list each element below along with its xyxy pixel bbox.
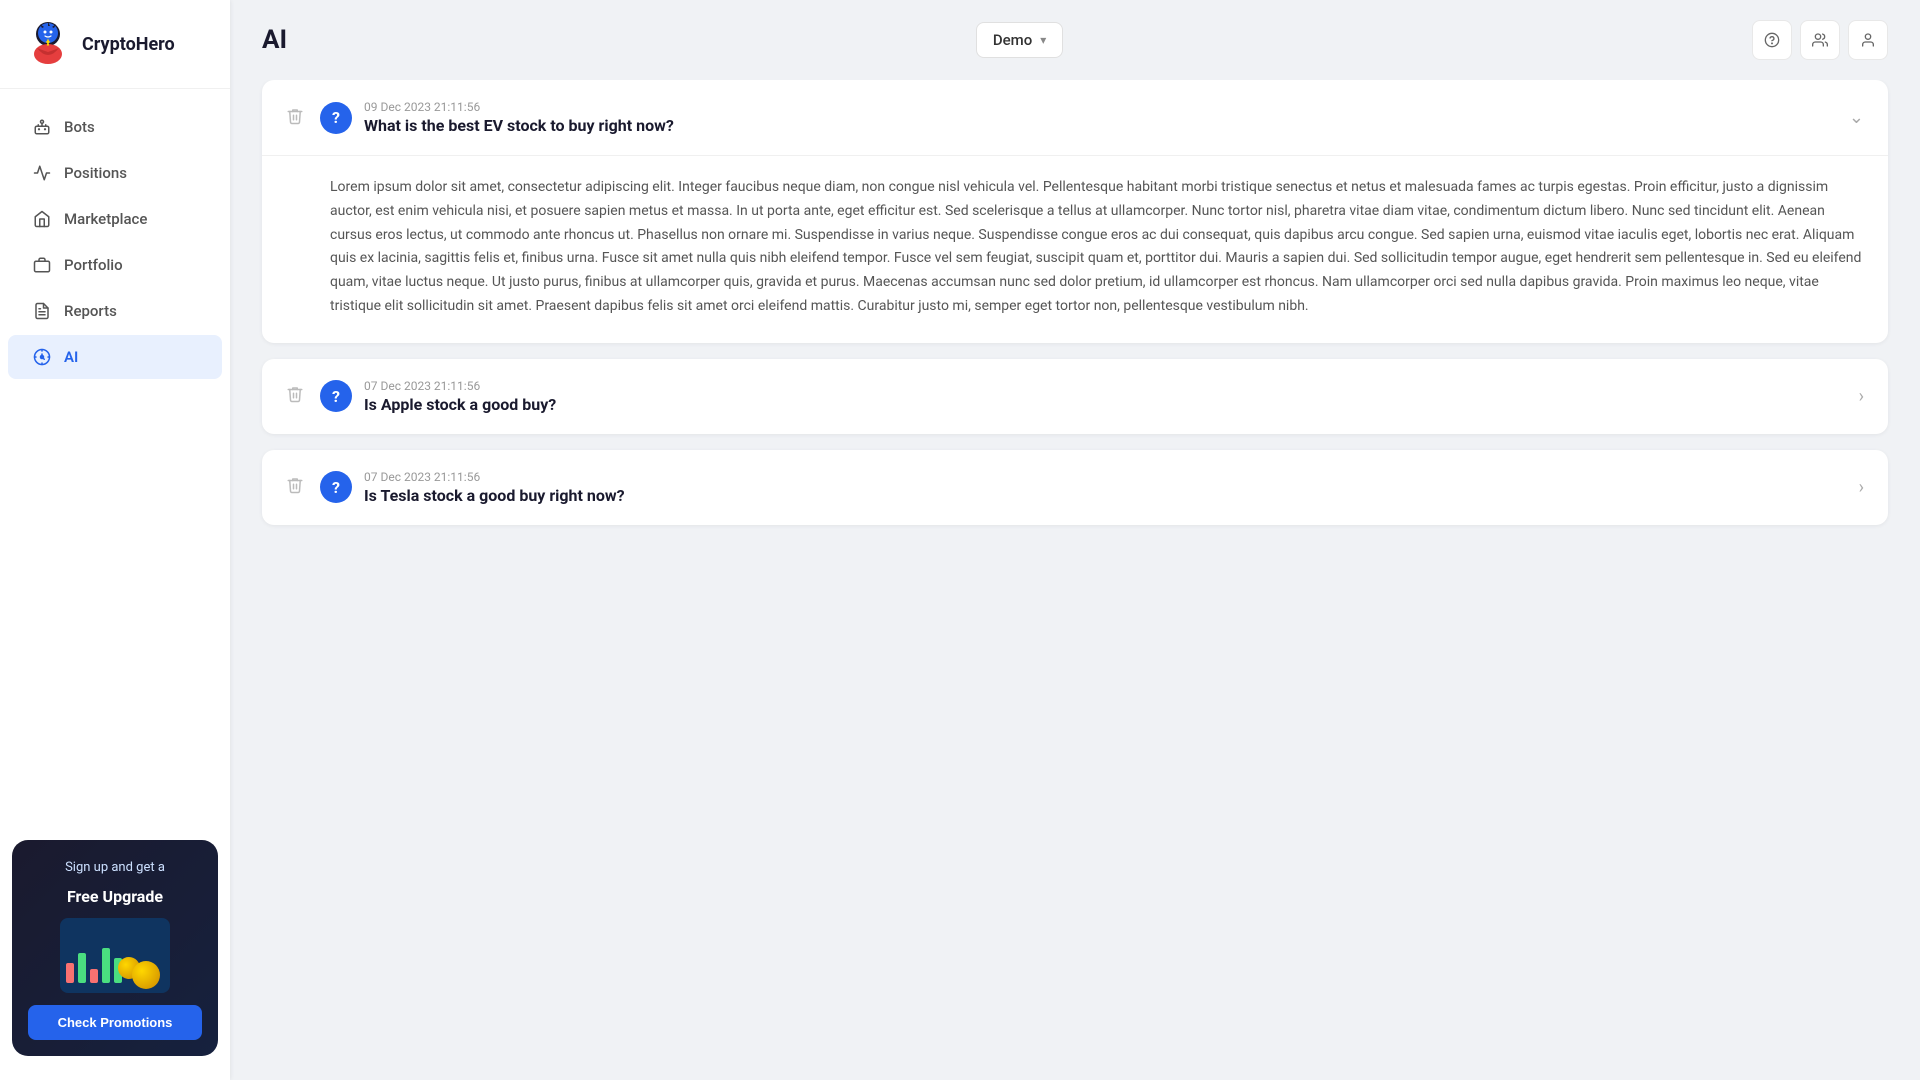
expand-icon-2[interactable]: ›: [1859, 386, 1864, 407]
profile-icon: [1860, 32, 1876, 48]
sidebar-item-label: Portfolio: [64, 256, 123, 274]
qa-card-header-2[interactable]: ? 07 Dec 2023 21:11:56 Is Apple stock a …: [262, 359, 1888, 434]
help-icon: [1764, 32, 1780, 48]
sidebar-item-label: Marketplace: [64, 210, 147, 228]
profile-button[interactable]: [1848, 20, 1888, 60]
qa-card-2: ? 07 Dec 2023 21:11:56 Is Apple stock a …: [262, 359, 1888, 434]
question-icon-1: ?: [320, 102, 352, 134]
qa-card-3: ? 07 Dec 2023 21:11:56 Is Tesla stock a …: [262, 450, 1888, 525]
answer-text-1: Lorem ipsum dolor sit amet, consectetur …: [262, 156, 1888, 343]
sidebar-item-label: Bots: [64, 118, 95, 136]
question-text-2: Is Apple stock a good buy?: [364, 395, 1847, 414]
chevron-down-icon: ▾: [1040, 33, 1046, 47]
header-center: Demo ▾: [976, 22, 1063, 58]
sidebar-item-ai[interactable]: AI: [8, 335, 222, 379]
page-title: AI: [262, 25, 287, 55]
users-button[interactable]: [1800, 20, 1840, 60]
qa-meta-3: 07 Dec 2023 21:11:56 Is Tesla stock a go…: [364, 470, 1847, 505]
timestamp-1: 09 Dec 2023 21:11:56: [364, 100, 1837, 114]
qa-card-1: ? 09 Dec 2023 21:11:56 What is the best …: [262, 80, 1888, 343]
sidebar-item-bots[interactable]: Bots: [8, 105, 222, 149]
header-actions: [1752, 20, 1888, 60]
help-button[interactable]: [1752, 20, 1792, 60]
portfolio-icon: [32, 255, 52, 275]
sidebar-nav: Bots Positions Marketplace: [0, 89, 230, 824]
qa-card-header-1[interactable]: ? 09 Dec 2023 21:11:56 What is the best …: [262, 80, 1888, 156]
delete-icon-2[interactable]: [286, 385, 304, 407]
timestamp-3: 07 Dec 2023 21:11:56: [364, 470, 1847, 484]
promo-subtitle: Free Upgrade: [67, 887, 163, 906]
question-text-3: Is Tesla stock a good buy right now?: [364, 486, 1847, 505]
sidebar: CryptoHero Bots: [0, 0, 230, 1080]
timestamp-2: 07 Dec 2023 21:11:56: [364, 379, 1847, 393]
qa-meta-1: 09 Dec 2023 21:11:56 What is the best EV…: [364, 100, 1837, 135]
users-icon: [1812, 32, 1828, 48]
sidebar-item-portfolio[interactable]: Portfolio: [8, 243, 222, 287]
qa-card-header-3[interactable]: ? 07 Dec 2023 21:11:56 Is Tesla stock a …: [262, 450, 1888, 525]
reports-icon: [32, 301, 52, 321]
sidebar-item-reports[interactable]: Reports: [8, 289, 222, 333]
sidebar-item-label: AI: [64, 348, 78, 366]
question-icon-2: ?: [320, 380, 352, 412]
sidebar-item-marketplace[interactable]: Marketplace: [8, 197, 222, 241]
positions-icon: [32, 163, 52, 183]
question-icon-3: ?: [320, 471, 352, 503]
qa-meta-2: 07 Dec 2023 21:11:56 Is Apple stock a go…: [364, 379, 1847, 414]
collapse-icon-1[interactable]: ⌄: [1849, 107, 1864, 128]
promo-title: Sign up and get a: [65, 860, 165, 875]
check-promotions-button[interactable]: Check Promotions: [28, 1005, 202, 1040]
promo-card: Sign up and get a Free Upgrade Check Pro…: [12, 840, 218, 1056]
delete-icon-1[interactable]: [286, 107, 304, 129]
app-logo: [24, 20, 72, 68]
question-text-1: What is the best EV stock to buy right n…: [364, 116, 1837, 135]
main-area: AI Demo ▾: [230, 0, 1920, 1080]
sidebar-item-positions[interactable]: Positions: [8, 151, 222, 195]
header: AI Demo ▾: [230, 0, 1920, 80]
sidebar-item-label: Reports: [64, 302, 117, 320]
logo-area: CryptoHero: [0, 0, 230, 89]
sidebar-item-label: Positions: [64, 164, 127, 182]
marketplace-icon: [32, 209, 52, 229]
app-name: CryptoHero: [82, 34, 175, 55]
content-area: ? 09 Dec 2023 21:11:56 What is the best …: [230, 80, 1920, 1080]
robot-icon: [32, 117, 52, 137]
promo-illustration: [60, 918, 170, 993]
expand-icon-3[interactable]: ›: [1859, 477, 1864, 498]
demo-dropdown[interactable]: Demo ▾: [976, 22, 1063, 58]
delete-icon-3[interactable]: [286, 476, 304, 498]
dropdown-label: Demo: [993, 31, 1032, 49]
ai-icon: [32, 347, 52, 367]
